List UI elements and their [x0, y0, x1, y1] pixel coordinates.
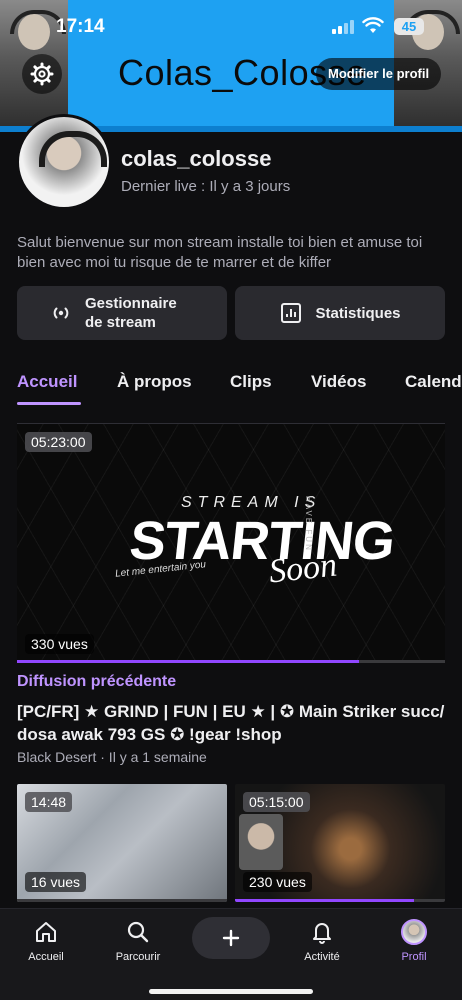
video-thumbnail[interactable]: 14:48 16 vues — [17, 784, 227, 902]
watch-progress — [235, 899, 445, 902]
wifi-icon — [362, 17, 384, 33]
thumb-text-soon: Soon — [267, 546, 339, 591]
battery-indicator: 45 — [394, 18, 424, 35]
profile-tabs: Accueil À propos Clips Vidéos Calend — [17, 366, 462, 406]
home-indicator — [149, 989, 313, 994]
video-thumbnail[interactable]: 05:15:00 230 vues — [235, 784, 445, 902]
views-badge: 330 vues — [25, 634, 94, 654]
search-icon — [127, 921, 149, 943]
nav-profile-label: Profil — [401, 951, 427, 963]
webcam-overlay — [239, 814, 283, 870]
active-tab-indicator — [17, 402, 81, 405]
nav-home-label: Accueil — [28, 951, 64, 963]
broadcast-icon — [53, 307, 69, 319]
status-bar: 17:14 45 — [0, 0, 462, 56]
statistics-button[interactable]: Statistiques — [235, 286, 445, 340]
watch-progress — [17, 899, 227, 902]
stream-manager-label: Gestionnaire de stream — [85, 295, 177, 331]
tab-clips[interactable]: Clips — [230, 372, 272, 392]
stream-manager-button[interactable]: Gestionnaire de stream — [17, 286, 227, 340]
duration-badge: 05:23:00 — [25, 432, 92, 452]
bell-icon — [313, 923, 331, 944]
nav-home[interactable]: Accueil — [6, 919, 86, 963]
plus-icon — [222, 929, 240, 947]
nav-activity[interactable]: Activité — [282, 919, 362, 963]
featured-video-thumbnail[interactable]: STREAM IS STARTING Soon Let me entertain… — [17, 423, 445, 663]
nav-profile[interactable]: Profil — [374, 919, 454, 963]
username: colas_colosse — [121, 146, 272, 171]
watch-progress — [17, 660, 445, 663]
statistics-label: Statistiques — [315, 304, 401, 322]
gear-icon — [30, 62, 54, 86]
nav-browse[interactable]: Parcourir — [98, 919, 178, 963]
video-category-label: Diffusion précédente — [17, 673, 177, 690]
home-icon — [36, 922, 56, 942]
views-badge: 16 vues — [25, 872, 87, 892]
video-title[interactable]: [PC/FR] ★ GRIND | FUN | EU ★ | ✪ Main St… — [17, 700, 447, 746]
create-button[interactable] — [192, 917, 270, 959]
duration-badge: 05:15:00 — [243, 792, 310, 812]
status-time: 17:14 — [56, 16, 105, 37]
signal-icon — [332, 18, 356, 34]
settings-button[interactable] — [22, 54, 62, 94]
profile-avatar-icon — [401, 919, 427, 945]
tab-calendrier[interactable]: Calend — [405, 372, 462, 392]
video-subtitle: Black Desert · Il y a 1 semaine — [17, 749, 207, 765]
bottom-nav: Accueil Parcourir Activité Profil — [0, 908, 462, 1000]
tab-a-propos[interactable]: À propos — [117, 372, 192, 392]
chart-icon — [281, 303, 302, 323]
tab-accueil[interactable]: Accueil — [17, 372, 77, 392]
avatar[interactable] — [16, 114, 112, 210]
duration-badge: 14:48 — [25, 792, 73, 812]
thumb-text-side: HAVE FUN — [304, 496, 313, 552]
edit-profile-button[interactable]: Modifier le profil — [316, 58, 442, 90]
tab-videos[interactable]: Vidéos — [311, 372, 366, 392]
action-buttons: Gestionnaire de stream Statistiques — [17, 286, 445, 340]
bio-text: Salut bienvenue sur mon stream installe … — [17, 234, 423, 271]
last-live-text: Dernier live : Il y a 3 jours — [121, 178, 291, 195]
views-badge: 230 vues — [243, 872, 312, 892]
nav-activity-label: Activité — [304, 951, 340, 963]
nav-browse-label: Parcourir — [115, 951, 161, 963]
